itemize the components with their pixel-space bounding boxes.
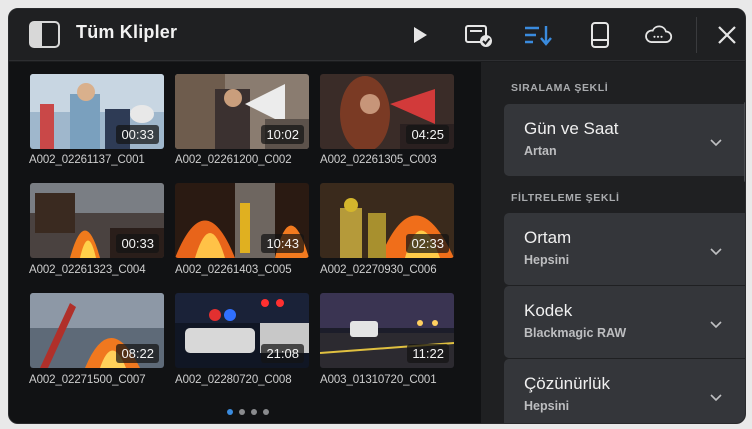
clip-duration: 00:33 [116, 125, 159, 144]
chevron-down-icon [710, 389, 722, 407]
clip-thumbnail[interactable]: 21:08 [175, 293, 309, 368]
play-icon[interactable] [405, 21, 435, 49]
clip-duration: 02:33 [406, 234, 449, 253]
clip-name: A002_02261305_C003 [320, 154, 437, 166]
chevron-down-icon [710, 134, 722, 152]
chevron-down-icon [710, 243, 722, 261]
sort-icon[interactable] [523, 21, 553, 49]
storage-drive-icon[interactable] [585, 21, 615, 49]
clip-duration: 10:43 [261, 234, 304, 253]
clip-thumbnail[interactable]: 00:33 [30, 183, 164, 258]
chevron-down-icon [710, 316, 722, 334]
filter-section-label: FİLTRELEME ŞEKLİ [511, 192, 620, 204]
clip-name: A002_02280720_C008 [175, 374, 292, 386]
header-bar: Tüm Klipler [9, 9, 745, 61]
clip-name: A002_02261200_C002 [175, 154, 292, 166]
clip-thumbnail[interactable]: 08:22 [30, 293, 164, 368]
page-title: Tüm Klipler [76, 22, 178, 42]
filter-dropdown-codec[interactable]: Kodek Blackmagic RAW [504, 286, 745, 358]
clip-name: A002_02261403_C005 [175, 264, 292, 276]
sort-filter-panel: SIRALAMA ŞEKLİ Gün ve Saat Artan FİLTREL… [481, 62, 745, 423]
sort-section-label: SIRALAMA ŞEKLİ [511, 82, 609, 94]
clip-thumbnail[interactable]: 10:02 [175, 74, 309, 149]
page-dot[interactable] [227, 409, 233, 415]
sort-dropdown-date-time[interactable]: Gün ve Saat Artan [504, 104, 745, 176]
dropdown-label: Çözünürlük [524, 374, 610, 393]
page-dot[interactable] [263, 409, 269, 415]
clip-thumbnail[interactable]: 10:43 [175, 183, 309, 258]
clip-thumbnail[interactable]: 04:25 [320, 74, 454, 149]
dropdown-label: Ortam [524, 228, 572, 247]
clip-grid: 00:33 A002_02261137_C001 10:02 A002_0226… [9, 62, 481, 423]
clip-thumbnail[interactable]: 02:33 [320, 183, 454, 258]
app-window: Tüm Klipler 00:33 A002_02261137_C001 10:… [8, 8, 746, 424]
clip-thumbnail[interactable]: 11:22 [320, 293, 454, 368]
page-indicator [227, 409, 269, 415]
header-divider [696, 17, 697, 53]
clip-name: A002_02261323_C004 [29, 264, 146, 276]
clip-duration: 11:22 [407, 344, 449, 363]
clip-duration: 21:08 [261, 344, 304, 363]
filter-dropdown-media[interactable]: Ortam Hepsini [504, 213, 745, 285]
close-icon[interactable] [712, 21, 742, 49]
clip-name: A003_01310720_C001 [320, 374, 437, 386]
dropdown-value: Hepsini [524, 253, 570, 267]
sidebar-toggle-icon[interactable] [29, 21, 60, 48]
dropdown-label: Kodek [524, 301, 573, 320]
dropdown-value: Artan [524, 144, 557, 158]
clip-duration: 04:25 [406, 125, 449, 144]
clip-name: A002_02271500_C007 [29, 374, 146, 386]
clip-duration: 00:33 [116, 234, 159, 253]
clip-duration: 08:22 [116, 344, 159, 363]
filter-dropdown-resolution[interactable]: Çözünürlük Hepsini [504, 359, 745, 423]
page-dot[interactable] [239, 409, 245, 415]
dropdown-value: Hepsini [524, 399, 570, 413]
clip-name: A002_02261137_C001 [29, 154, 145, 166]
dropdown-value: Blackmagic RAW [524, 326, 627, 340]
panel-scrollbar[interactable] [744, 102, 745, 182]
page-dot[interactable] [251, 409, 257, 415]
clip-duration: 10:02 [261, 125, 304, 144]
dropdown-label: Gün ve Saat [524, 119, 619, 138]
clip-thumbnail[interactable]: 00:33 [30, 74, 164, 149]
card-select-icon[interactable] [464, 21, 494, 49]
cloud-icon[interactable] [643, 21, 673, 49]
clip-name: A002_02270930_C006 [320, 264, 437, 276]
